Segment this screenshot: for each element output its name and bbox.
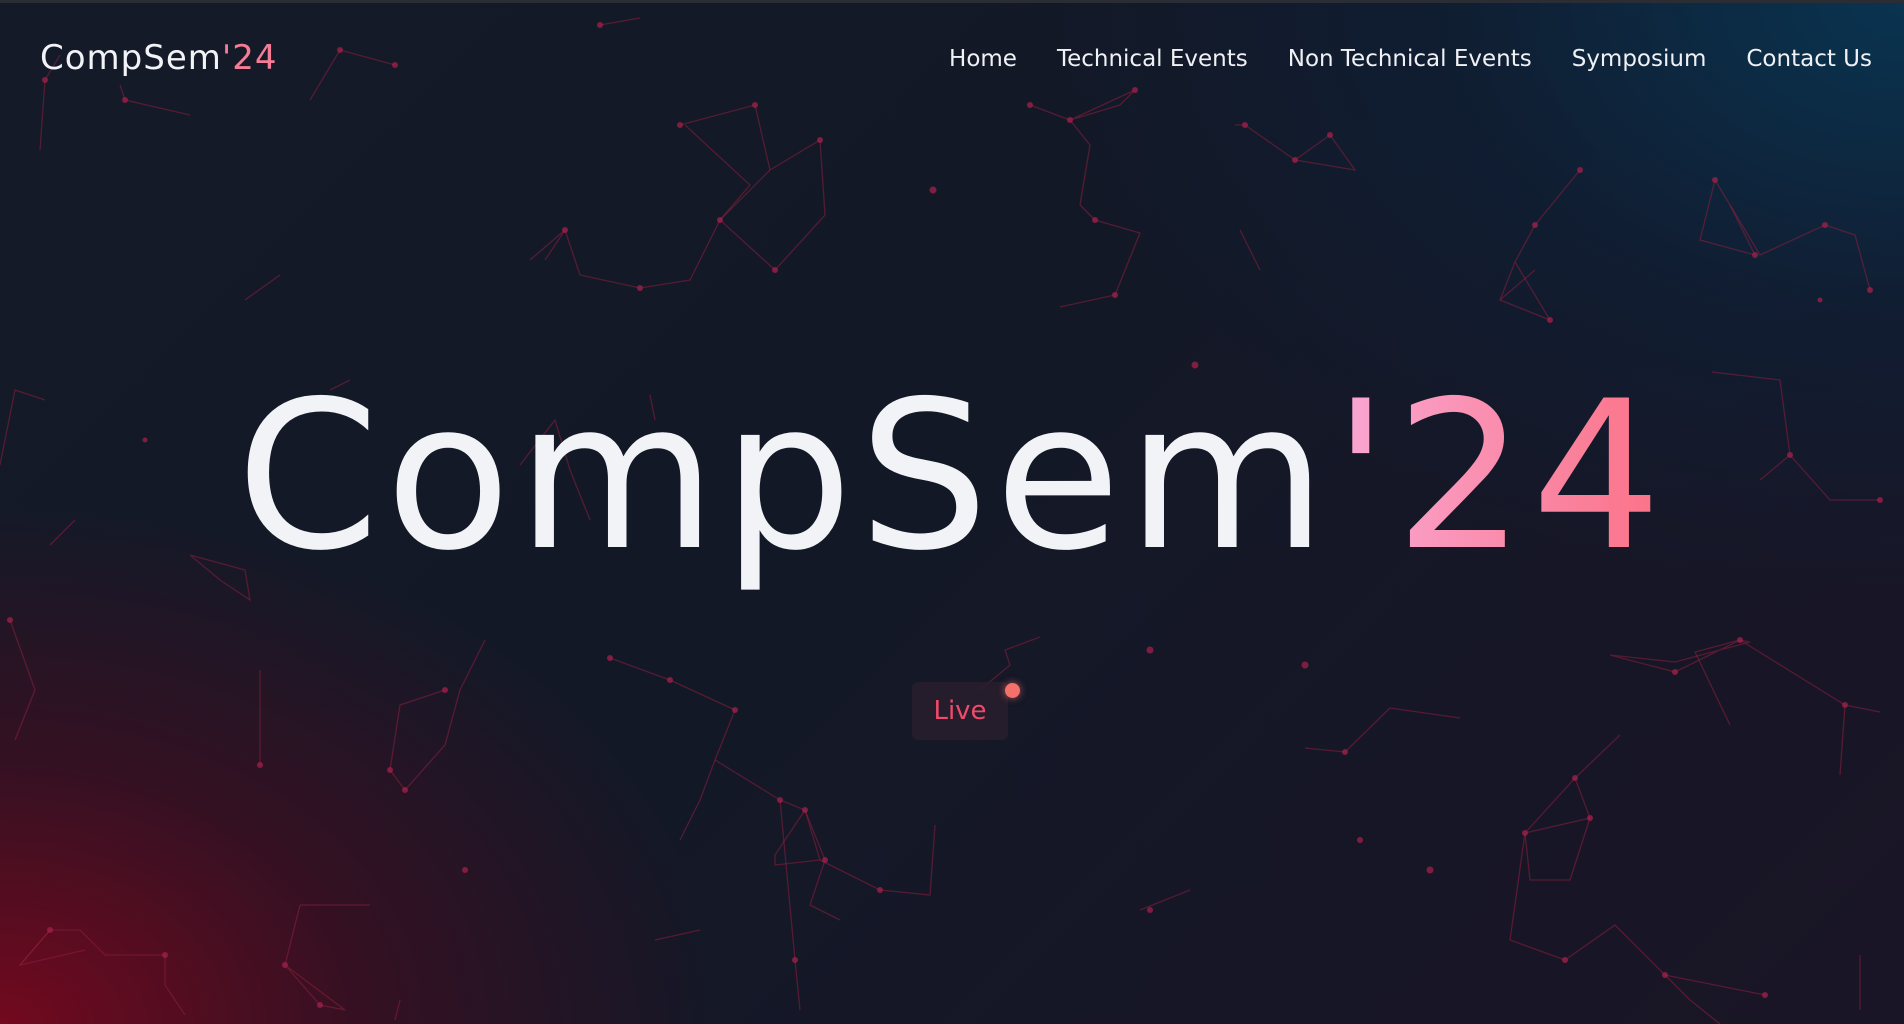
hero-title-name: CompSem [236, 358, 1333, 596]
site-logo[interactable]: CompSem'24 [40, 38, 278, 78]
nav-home-link[interactable]: Home [949, 46, 1017, 72]
nav-non-technical-events-link[interactable]: Non Technical Events [1288, 46, 1532, 72]
live-indicator-dot [1005, 683, 1020, 698]
nav-symposium-link[interactable]: Symposium [1572, 46, 1707, 72]
logo-name: CompSem [40, 38, 222, 78]
live-badge[interactable]: Live [912, 682, 1020, 740]
logo-year: '24 [221, 38, 278, 78]
live-label: Live [933, 696, 987, 726]
hero-title: CompSem'24 [0, 375, 1904, 580]
main-navigation: Home Technical Events Non Technical Even… [949, 46, 1872, 72]
nav-technical-events-link[interactable]: Technical Events [1057, 46, 1248, 72]
hero-title-year: '24 [1332, 358, 1668, 596]
nav-contact-us-link[interactable]: Contact Us [1746, 46, 1872, 72]
